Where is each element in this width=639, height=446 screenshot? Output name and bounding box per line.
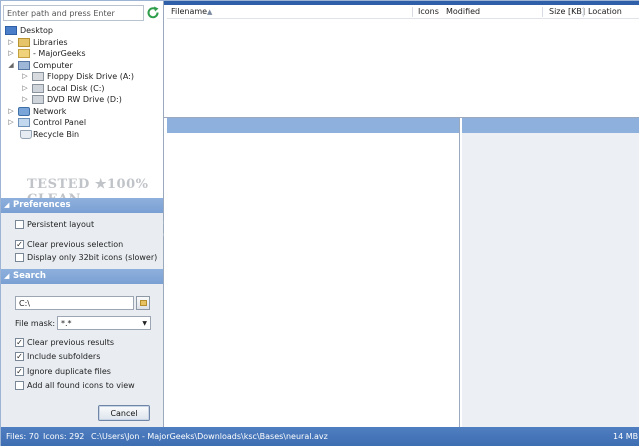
- checkbox[interactable]: [15, 381, 24, 390]
- file-mask-value: *.*: [61, 319, 72, 328]
- checkbox-checked[interactable]: ✓: [15, 240, 24, 249]
- tree-item-label: DVD RW Drive (D:): [47, 95, 122, 104]
- preferences-panel: Persistent layout ✓ Clear previous selec…: [1, 213, 163, 269]
- computer-icon: [18, 60, 30, 70]
- search-path-input[interactable]: [15, 296, 134, 310]
- tree-item-computer[interactable]: ◢ Computer: [3, 60, 161, 72]
- floppy-drive-icon: [32, 72, 44, 81]
- collapse-arrow-icon[interactable]: ◢: [7, 61, 15, 70]
- folder-icon: [18, 49, 30, 58]
- files-count: Files: 70: [6, 432, 39, 441]
- expand-arrow-icon[interactable]: ▷: [7, 49, 15, 58]
- sort-ascending-icon[interactable]: ▲: [207, 5, 212, 19]
- tree-item-label: Computer: [33, 60, 73, 70]
- checkbox[interactable]: [15, 220, 24, 229]
- icons-count: Icons: 292: [43, 432, 85, 441]
- folder-icon: [140, 300, 147, 306]
- desktop-icon: [5, 26, 17, 35]
- tree-item-floppy[interactable]: ▷ Floppy Disk Drive (A:): [3, 71, 161, 83]
- option-label: Persistent layout: [27, 220, 95, 229]
- status-bar: Files: 70 Icons: 292 C:\Users\Jon - Majo…: [1, 427, 639, 446]
- column-separator[interactable]: [542, 7, 543, 17]
- expand-arrow-icon[interactable]: ▷: [21, 95, 29, 104]
- search-header[interactable]: ◢ Search: [1, 269, 163, 284]
- cancel-button[interactable]: Cancel: [98, 405, 150, 421]
- browse-folder-button[interactable]: [136, 296, 150, 310]
- expand-arrow-icon[interactable]: ▷: [7, 38, 15, 47]
- option-label: Clear previous selection: [27, 240, 124, 249]
- memory-size: 14 MB: [613, 432, 639, 441]
- tree-item-label: Floppy Disk Drive (A:): [47, 72, 135, 81]
- tree-item-local-disk[interactable]: ▷ Local Disk (C:): [3, 83, 161, 95]
- tree-item-majorgeeks[interactable]: ▷ - MajorGeeks: [3, 48, 161, 60]
- control-panel-icon: [18, 118, 30, 127]
- file-list[interactable]: [167, 19, 639, 117]
- dvd-drive-icon: [32, 95, 44, 104]
- tree-item-label: Desktop: [20, 26, 53, 35]
- option-label: Include subfolders: [27, 352, 101, 361]
- network-icon: [18, 106, 30, 116]
- pane-header-bar: [167, 118, 459, 133]
- icon-view-pane[interactable]: [167, 118, 460, 427]
- current-file-path: C:\Users\Jon - MajorGeeks\Downloads\ksc\…: [91, 432, 328, 441]
- expand-arrow-icon[interactable]: ▷: [7, 118, 15, 127]
- option-label: Display only 32bit icons (slower): [27, 253, 158, 262]
- pane-header-bar: [462, 118, 639, 133]
- tree-item-label: - MajorGeeks: [33, 49, 86, 58]
- expand-arrow-icon[interactable]: ▷: [21, 84, 29, 93]
- column-separator[interactable]: [412, 7, 413, 17]
- file-mask-select[interactable]: *.* ▼: [57, 316, 151, 330]
- path-input[interactable]: [3, 5, 144, 21]
- tree-item-recycle-bin[interactable]: Recycle Bin: [3, 129, 161, 141]
- checkbox-checked[interactable]: ✓: [15, 367, 24, 376]
- column-icons[interactable]: Icons: [418, 5, 439, 19]
- tree-item-network[interactable]: ▷ Network: [3, 106, 161, 118]
- option-label: Clear previous results: [27, 338, 115, 347]
- option-label: Add all found icons to view: [27, 381, 135, 390]
- dropdown-arrow-icon[interactable]: ▼: [142, 318, 147, 329]
- tree-item-control-panel[interactable]: ▷ Control Panel: [3, 117, 161, 129]
- path-bar: [3, 5, 161, 21]
- preferences-title: Preferences: [13, 200, 71, 210]
- app-window: Desktop ▷ Libraries ▷ - MajorGeeks ◢ Com…: [0, 0, 639, 446]
- column-location[interactable]: Location: [588, 5, 622, 19]
- column-filename[interactable]: Filename: [171, 5, 207, 19]
- search-title: Search: [13, 271, 46, 281]
- preview-pane[interactable]: [462, 118, 639, 427]
- expand-arrow-icon[interactable]: ▷: [21, 72, 29, 81]
- left-panel: Desktop ▷ Libraries ▷ - MajorGeeks ◢ Com…: [1, 1, 197, 427]
- checkbox-checked[interactable]: ✓: [15, 338, 24, 347]
- collapse-arrow-icon[interactable]: ◢: [4, 198, 9, 213]
- tree-item-label: Local Disk (C:): [47, 83, 105, 93]
- local-disk-icon: [32, 83, 44, 93]
- column-size[interactable]: Size [KB]: [549, 5, 585, 19]
- tree-item-label: Control Panel: [33, 118, 87, 127]
- tree-item-desktop[interactable]: Desktop: [3, 25, 161, 37]
- tree-item-label: Recycle Bin: [33, 129, 80, 139]
- file-mask-label: File mask:: [15, 319, 56, 328]
- preferences-header[interactable]: ◢ Preferences: [1, 198, 163, 213]
- tree-item-label: Libraries: [33, 37, 68, 47]
- expand-arrow-icon[interactable]: ▷: [7, 107, 15, 116]
- tree-item-dvd[interactable]: ▷ DVD RW Drive (D:): [3, 94, 161, 106]
- checkbox[interactable]: [15, 253, 24, 262]
- checkbox-checked[interactable]: ✓: [15, 352, 24, 361]
- column-modified[interactable]: Modified: [446, 5, 480, 19]
- column-separator[interactable]: [583, 7, 584, 17]
- collapse-arrow-icon[interactable]: ◢: [4, 269, 9, 284]
- refresh-icon[interactable]: [146, 6, 160, 20]
- folder-tree: Desktop ▷ Libraries ▷ - MajorGeeks ◢ Com…: [3, 25, 161, 140]
- tree-item-label: Network: [33, 106, 67, 116]
- tree-item-libraries[interactable]: ▷ Libraries: [3, 37, 161, 49]
- file-list-header: Filename ▲ Icons Modified Size [KB] Loca…: [167, 5, 639, 19]
- recycle-bin-icon: [20, 129, 32, 139]
- option-label: Ignore duplicate files: [27, 367, 111, 376]
- libraries-icon: [18, 37, 30, 47]
